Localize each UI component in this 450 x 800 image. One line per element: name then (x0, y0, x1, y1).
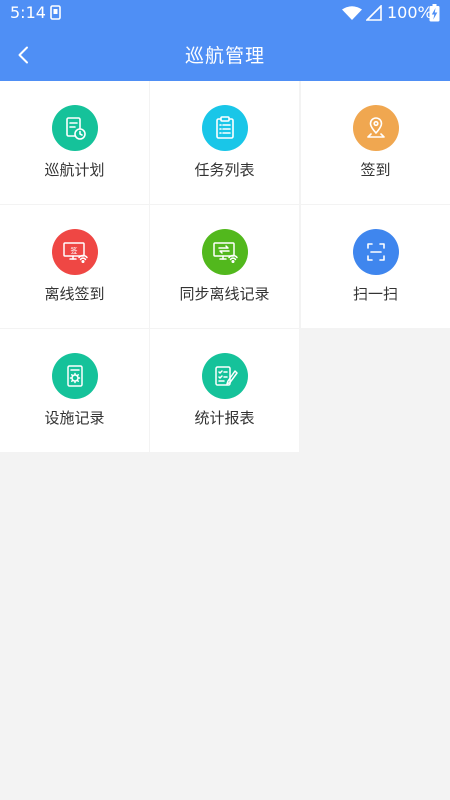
tile-label: 统计报表 (194, 409, 255, 427)
offline-sign-icon: 签 (52, 229, 98, 275)
clipboard-list-icon (202, 105, 248, 151)
app-bar: 5:14 100% 巡航管理 (0, 0, 450, 81)
page-title: 巡航管理 (184, 45, 265, 67)
location-pin-icon (353, 105, 399, 151)
tile-label: 巡航计划 (44, 161, 105, 179)
offline-sign-icon-text: 签 (71, 246, 78, 255)
battery-percent: 100% (387, 3, 433, 22)
tile-offline-sign-in[interactable]: 签 离线签到 (0, 205, 149, 328)
tile-scan[interactable]: 扫一扫 (301, 205, 450, 328)
tile-statistics-report[interactable]: 统计报表 (150, 329, 299, 452)
signal-icon (366, 5, 382, 21)
sync-record-icon (202, 229, 248, 275)
battery-charging-icon (429, 4, 440, 22)
sim-card-icon (50, 5, 61, 20)
tile-label: 签到 (360, 161, 391, 179)
plan-clock-icon (52, 105, 98, 151)
facility-icon (52, 353, 98, 399)
tile-task-list[interactable]: 任务列表 (150, 81, 299, 204)
tile-label: 同步离线记录 (179, 285, 270, 303)
tile-label: 扫一扫 (352, 285, 398, 303)
scan-icon (353, 229, 399, 275)
report-icon (202, 353, 248, 399)
tile-facility-records[interactable]: 设施记录 (0, 329, 149, 452)
tile-label: 任务列表 (194, 161, 255, 179)
tile-sync-offline-records[interactable]: 同步离线记录 (150, 205, 299, 328)
tile-cruise-plan[interactable]: 巡航计划 (0, 81, 149, 204)
wifi-icon (342, 6, 362, 20)
status-bar: 5:14 100% (0, 0, 450, 26)
tile-label: 离线签到 (44, 285, 105, 303)
status-time: 5:14 (10, 3, 46, 22)
tile-label: 设施记录 (44, 409, 105, 427)
tile-sign-in[interactable]: 签到 (301, 81, 450, 204)
